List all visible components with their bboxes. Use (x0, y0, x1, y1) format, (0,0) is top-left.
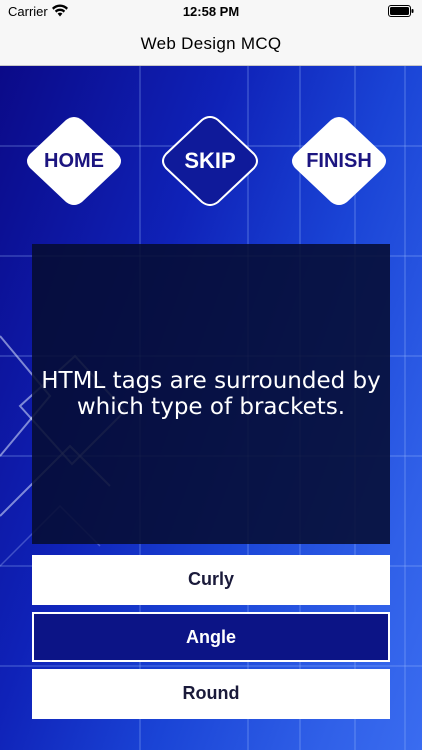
page-title: Web Design MCQ (140, 34, 282, 53)
skip-button[interactable]: SKIP (160, 116, 260, 206)
finish-button-label: FINISH (306, 150, 372, 172)
app-screen: Carrier 12:58 PM Web Design MCQ HOME SKI… (0, 0, 422, 750)
question-text: HTML tags are surrounded by which type o… (41, 368, 381, 420)
answer-option-curly[interactable]: Curly (32, 555, 390, 605)
home-button[interactable]: HOME (24, 116, 124, 206)
answer-option-round[interactable]: Round (32, 669, 390, 719)
finish-button[interactable]: FINISH (289, 116, 389, 206)
navigation-bar: Web Design MCQ (0, 22, 422, 66)
home-button-label: HOME (44, 150, 104, 172)
question-panel: HTML tags are surrounded by which type o… (32, 244, 390, 544)
clock-time: 12:58 PM (182, 4, 240, 19)
battery-icon (388, 5, 414, 17)
quiz-area: HOME SKIP FINISH HTML tags are surrounde… (0, 66, 422, 750)
answer-option-angle[interactable]: Angle (32, 612, 390, 662)
skip-button-label: SKIP (184, 148, 236, 173)
status-bar: Carrier 12:58 PM (0, 0, 422, 22)
